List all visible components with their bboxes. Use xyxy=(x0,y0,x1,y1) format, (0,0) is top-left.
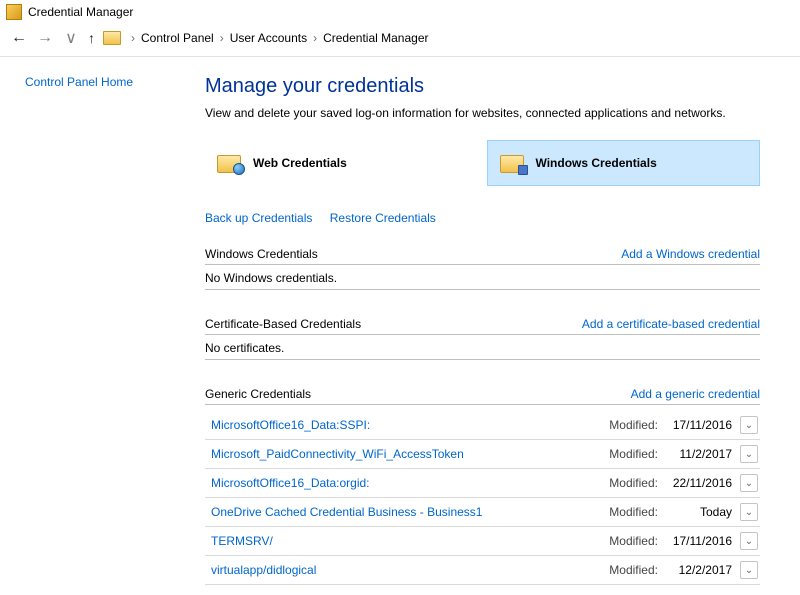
credential-name: MicrosoftOffice16_Data:SSPI: xyxy=(211,418,609,432)
expand-button[interactable]: ⌄ xyxy=(740,445,758,463)
breadcrumb-item[interactable]: Control Panel xyxy=(141,31,214,45)
window-title: Credential Manager xyxy=(28,5,133,19)
sidebar: Control Panel Home xyxy=(0,57,190,595)
credential-name: MicrosoftOffice16_Data:orgid: xyxy=(211,476,609,490)
control-panel-home-link[interactable]: Control Panel Home xyxy=(25,75,133,89)
chevron-right-icon: › xyxy=(220,31,224,45)
add-certificate-credential-link[interactable]: Add a certificate-based credential xyxy=(582,317,760,331)
generic-credentials-list: MicrosoftOffice16_Data:SSPI:Modified:17/… xyxy=(205,411,760,585)
section-title: Generic Credentials xyxy=(205,387,311,401)
credential-row[interactable]: MicrosoftOffice16_Data:orgid:Modified: 22… xyxy=(205,469,760,498)
breadcrumb[interactable]: › Control Panel › User Accounts › Creden… xyxy=(129,31,429,45)
folder-icon xyxy=(103,31,121,45)
tile-label: Web Credentials xyxy=(253,156,347,170)
expand-button[interactable]: ⌄ xyxy=(740,503,758,521)
add-generic-credential-link[interactable]: Add a generic credential xyxy=(631,387,760,401)
main-content: Manage your credentials View and delete … xyxy=(190,57,800,595)
tile-label: Windows Credentials xyxy=(536,156,657,170)
modified-date: 11/2/2017 xyxy=(662,447,732,461)
forward-button[interactable]: → xyxy=(36,29,54,47)
page-subtitle: View and delete your saved log-on inform… xyxy=(205,106,760,120)
page-title: Manage your credentials xyxy=(205,75,760,98)
expand-button[interactable]: ⌄ xyxy=(740,416,758,434)
modified-date: 17/11/2016 xyxy=(662,534,732,548)
credential-row[interactable]: MicrosoftOffice16_Data:SSPI:Modified: 17/… xyxy=(205,411,760,440)
backup-credentials-link[interactable]: Back up Credentials xyxy=(205,211,312,225)
web-credentials-tile[interactable]: Web Credentials xyxy=(205,140,477,186)
expand-button[interactable]: ⌄ xyxy=(740,474,758,492)
modified-label: Modified: xyxy=(609,563,658,577)
restore-credentials-link[interactable]: Restore Credentials xyxy=(330,211,436,225)
credential-name: TERMSRV/ xyxy=(211,534,609,548)
expand-button[interactable]: ⌄ xyxy=(740,532,758,550)
windows-empty-message: No Windows credentials. xyxy=(205,271,760,290)
credential-type-tiles: Web Credentials Windows Credentials xyxy=(205,140,760,186)
certificate-empty-message: No certificates. xyxy=(205,341,760,360)
windows-credentials-icon xyxy=(500,151,528,175)
chevron-down-icon: ⌄ xyxy=(745,449,753,460)
modified-label: Modified: xyxy=(609,418,658,432)
up-button[interactable]: ↑ xyxy=(88,30,95,46)
credential-name: Microsoft_PaidConnectivity_WiFi_AccessTo… xyxy=(211,447,609,461)
back-button[interactable]: ← xyxy=(10,29,28,47)
navigation-bar: ← → ∨ ↑ › Control Panel › User Accounts … xyxy=(0,24,800,57)
modified-date: Today xyxy=(662,505,732,519)
breadcrumb-item[interactable]: User Accounts xyxy=(230,31,307,45)
credential-name: OneDrive Cached Credential Business - Bu… xyxy=(211,505,609,519)
chevron-down-icon: ⌄ xyxy=(745,565,753,576)
modified-label: Modified: xyxy=(609,476,658,490)
certificate-credentials-header: Certificate-Based Credentials Add a cert… xyxy=(205,317,760,335)
credential-row[interactable]: TERMSRV/Modified: 17/11/2016 ⌄ xyxy=(205,527,760,556)
modified-date: 22/11/2016 xyxy=(662,476,732,490)
credential-row[interactable]: virtualapp/didlogicalModified: 12/2/2017 ⌄ xyxy=(205,556,760,585)
chevron-right-icon: › xyxy=(131,31,135,45)
recent-dropdown[interactable]: ∨ xyxy=(62,28,80,48)
expand-button[interactable]: ⌄ xyxy=(740,561,758,579)
modified-date: 17/11/2016 xyxy=(662,418,732,432)
windows-credentials-tile[interactable]: Windows Credentials xyxy=(487,140,761,186)
credential-actions: Back up Credentials Restore Credentials xyxy=(205,211,760,225)
modified-date: 12/2/2017 xyxy=(662,563,732,577)
chevron-down-icon: ⌄ xyxy=(745,507,753,518)
chevron-down-icon: ⌄ xyxy=(745,536,753,547)
modified-label: Modified: xyxy=(609,534,658,548)
web-credentials-icon xyxy=(217,151,245,175)
modified-label: Modified: xyxy=(609,447,658,461)
generic-credentials-header: Generic Credentials Add a generic creden… xyxy=(205,387,760,405)
titlebar: Credential Manager xyxy=(0,0,800,24)
chevron-right-icon: › xyxy=(313,31,317,45)
windows-credentials-header: Windows Credentials Add a Windows creden… xyxy=(205,247,760,265)
credential-row[interactable]: OneDrive Cached Credential Business - Bu… xyxy=(205,498,760,527)
chevron-down-icon: ⌄ xyxy=(745,420,753,431)
breadcrumb-item[interactable]: Credential Manager xyxy=(323,31,428,45)
modified-label: Modified: xyxy=(609,505,658,519)
section-title: Windows Credentials xyxy=(205,247,318,261)
chevron-down-icon: ⌄ xyxy=(745,478,753,489)
add-windows-credential-link[interactable]: Add a Windows credential xyxy=(621,247,760,261)
section-title: Certificate-Based Credentials xyxy=(205,317,361,331)
credential-manager-icon xyxy=(6,4,22,20)
credential-name: virtualapp/didlogical xyxy=(211,563,609,577)
credential-row[interactable]: Microsoft_PaidConnectivity_WiFi_AccessTo… xyxy=(205,440,760,469)
